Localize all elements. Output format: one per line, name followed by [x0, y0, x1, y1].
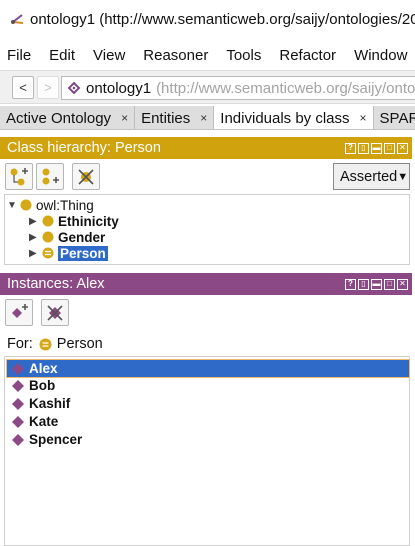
- ontology-iri: (http://www.semanticweb.org/saijy/ontolo…: [156, 79, 415, 97]
- expand-toggle-icon[interactable]: ▶: [29, 216, 41, 227]
- instances-title: Instances: Alex: [7, 276, 105, 292]
- tab-individuals-by-class[interactable]: Individuals by class ×: [214, 106, 374, 129]
- ontology-iri-field[interactable]: ontology1 (http://www.semanticweb.org/sa…: [61, 76, 415, 100]
- instances-toolbar: [0, 296, 412, 328]
- ontology-name: ontology1: [86, 79, 152, 97]
- tab-label: Active Ontology: [6, 109, 112, 127]
- menu-refactor[interactable]: Refactor: [270, 47, 345, 64]
- list-item-alex[interactable]: Alex: [6, 359, 410, 378]
- hierarchy-mode-value: Asserted: [340, 168, 398, 185]
- help-icon[interactable]: ?: [345, 142, 356, 154]
- tab-entities[interactable]: Entities ×: [135, 106, 215, 129]
- maximize-icon[interactable]: □: [384, 142, 395, 154]
- back-button[interactable]: <: [12, 76, 34, 99]
- menu-tools[interactable]: Tools: [217, 47, 270, 64]
- instances-list: Alex Bob Kashif Kate Spencer: [4, 356, 410, 546]
- instances-header: Instances: Alex ? ▯ ▬ □ ✕: [0, 273, 412, 295]
- title-bar: ontology1 (http://www.semanticweb.org/sa…: [0, 0, 415, 38]
- defined-class-icon: [41, 246, 55, 260]
- close-icon[interactable]: ×: [121, 111, 128, 125]
- class-tree: ▼ owl:Thing ▶ Ethinicity ▶ Gender ▶ Pers…: [4, 194, 410, 265]
- list-item-spencer[interactable]: Spencer: [7, 431, 409, 448]
- add-individual-button[interactable]: [5, 299, 33, 326]
- tree-node-gender[interactable]: ▶ Gender: [29, 229, 105, 245]
- view-controls: ? ▯ ▬ □ ✕: [343, 142, 408, 154]
- help-icon[interactable]: ?: [345, 278, 356, 290]
- tree-node-ethinicity[interactable]: ▶ Ethinicity: [29, 213, 119, 229]
- delete-class-icon: [78, 168, 94, 185]
- list-item-kashif[interactable]: Kashif: [7, 395, 409, 412]
- minimize-icon[interactable]: ▬: [371, 142, 382, 154]
- for-label: For:: [7, 336, 33, 352]
- menu-view[interactable]: View: [84, 47, 134, 64]
- close-view-icon[interactable]: ✕: [397, 278, 408, 290]
- class-circle-icon: [19, 198, 33, 212]
- split-view-icon[interactable]: ▯: [358, 278, 369, 290]
- individual-label: Alex: [29, 361, 58, 376]
- individual-label: Bob: [29, 378, 56, 393]
- expand-toggle-icon[interactable]: ▶: [29, 232, 41, 243]
- tab-label: Individuals by class: [220, 109, 350, 127]
- tree-node-person[interactable]: ▶ Person: [29, 245, 108, 261]
- individual-diamond-icon: [10, 379, 26, 393]
- tree-node-owl-thing[interactable]: ▼ owl:Thing: [7, 197, 94, 213]
- tab-bar: Active Ontology × Entities × Individuals…: [0, 106, 415, 130]
- ontology-address-bar: < > ontology1 (http://www.semanticweb.or…: [0, 70, 415, 104]
- tree-node-label: owl:Thing: [36, 197, 94, 213]
- individual-diamond-icon: [10, 415, 26, 429]
- individual-diamond-icon: [10, 433, 26, 447]
- close-view-icon[interactable]: ✕: [397, 142, 408, 154]
- hierarchy-mode-select[interactable]: Asserted ▼: [333, 163, 410, 190]
- tab-active-ontology[interactable]: Active Ontology ×: [0, 106, 136, 129]
- protege-app-icon: [10, 12, 26, 26]
- add-sibling-class-button[interactable]: [36, 163, 64, 190]
- tree-node-label: Ethinicity: [58, 213, 119, 229]
- individual-label: Kate: [29, 414, 59, 429]
- class-hierarchy-header: Class hierarchy: Person ? ▯ ▬ □ ✕: [0, 137, 412, 159]
- tab-label: Entities: [141, 109, 191, 127]
- view-controls: ? ▯ ▬ □ ✕: [343, 278, 408, 290]
- collapse-toggle-icon[interactable]: ▼: [7, 200, 19, 211]
- menu-bar: File Edit View Reasoner Tools Refactor W…: [0, 42, 415, 68]
- minimize-icon[interactable]: ▬: [371, 278, 382, 290]
- menu-window[interactable]: Window: [345, 47, 415, 64]
- add-subclass-icon: [10, 167, 28, 185]
- class-circle-icon: [41, 230, 55, 244]
- delete-class-button[interactable]: [72, 163, 100, 190]
- close-icon[interactable]: ×: [360, 111, 367, 125]
- class-hierarchy-title: Class hierarchy: Person: [7, 140, 161, 156]
- ontology-icon: [68, 82, 80, 94]
- split-view-icon[interactable]: ▯: [358, 142, 369, 154]
- individual-label: Kashif: [29, 396, 71, 411]
- tab-sparql-query[interactable]: SPARQL Query ×: [373, 106, 415, 129]
- tree-node-label: Gender: [58, 229, 106, 245]
- defined-class-icon: [39, 338, 52, 351]
- add-subclass-button[interactable]: [5, 163, 33, 190]
- instances-for-class: For: Person: [7, 335, 103, 353]
- menu-file[interactable]: File: [0, 47, 40, 64]
- expand-toggle-icon[interactable]: ▶: [29, 248, 41, 259]
- delete-individual-icon: [47, 304, 63, 321]
- menu-edit[interactable]: Edit: [40, 47, 84, 64]
- add-sibling-icon: [42, 168, 59, 184]
- list-item-kate[interactable]: Kate: [7, 413, 409, 430]
- close-icon[interactable]: ×: [200, 111, 207, 125]
- tree-node-label: Person: [58, 245, 108, 261]
- window-title: ontology1 (http://www.semanticweb.org/sa…: [30, 10, 415, 28]
- individual-diamond-icon: [10, 362, 26, 376]
- maximize-icon[interactable]: □: [384, 278, 395, 290]
- class-hierarchy-toolbar: Asserted ▼: [0, 160, 412, 192]
- class-circle-icon: [41, 214, 55, 228]
- for-class-name: Person: [56, 336, 103, 352]
- individual-diamond-icon: [10, 397, 26, 411]
- forward-button[interactable]: >: [37, 76, 59, 99]
- chevron-down-icon: ▼: [397, 170, 409, 183]
- tab-label: SPARQL Query: [379, 109, 415, 127]
- delete-individual-button[interactable]: [41, 299, 69, 326]
- add-individual-icon: [12, 303, 28, 318]
- individual-label: Spencer: [29, 432, 83, 447]
- menu-reasoner[interactable]: Reasoner: [134, 47, 217, 64]
- list-item-bob[interactable]: Bob: [7, 377, 409, 394]
